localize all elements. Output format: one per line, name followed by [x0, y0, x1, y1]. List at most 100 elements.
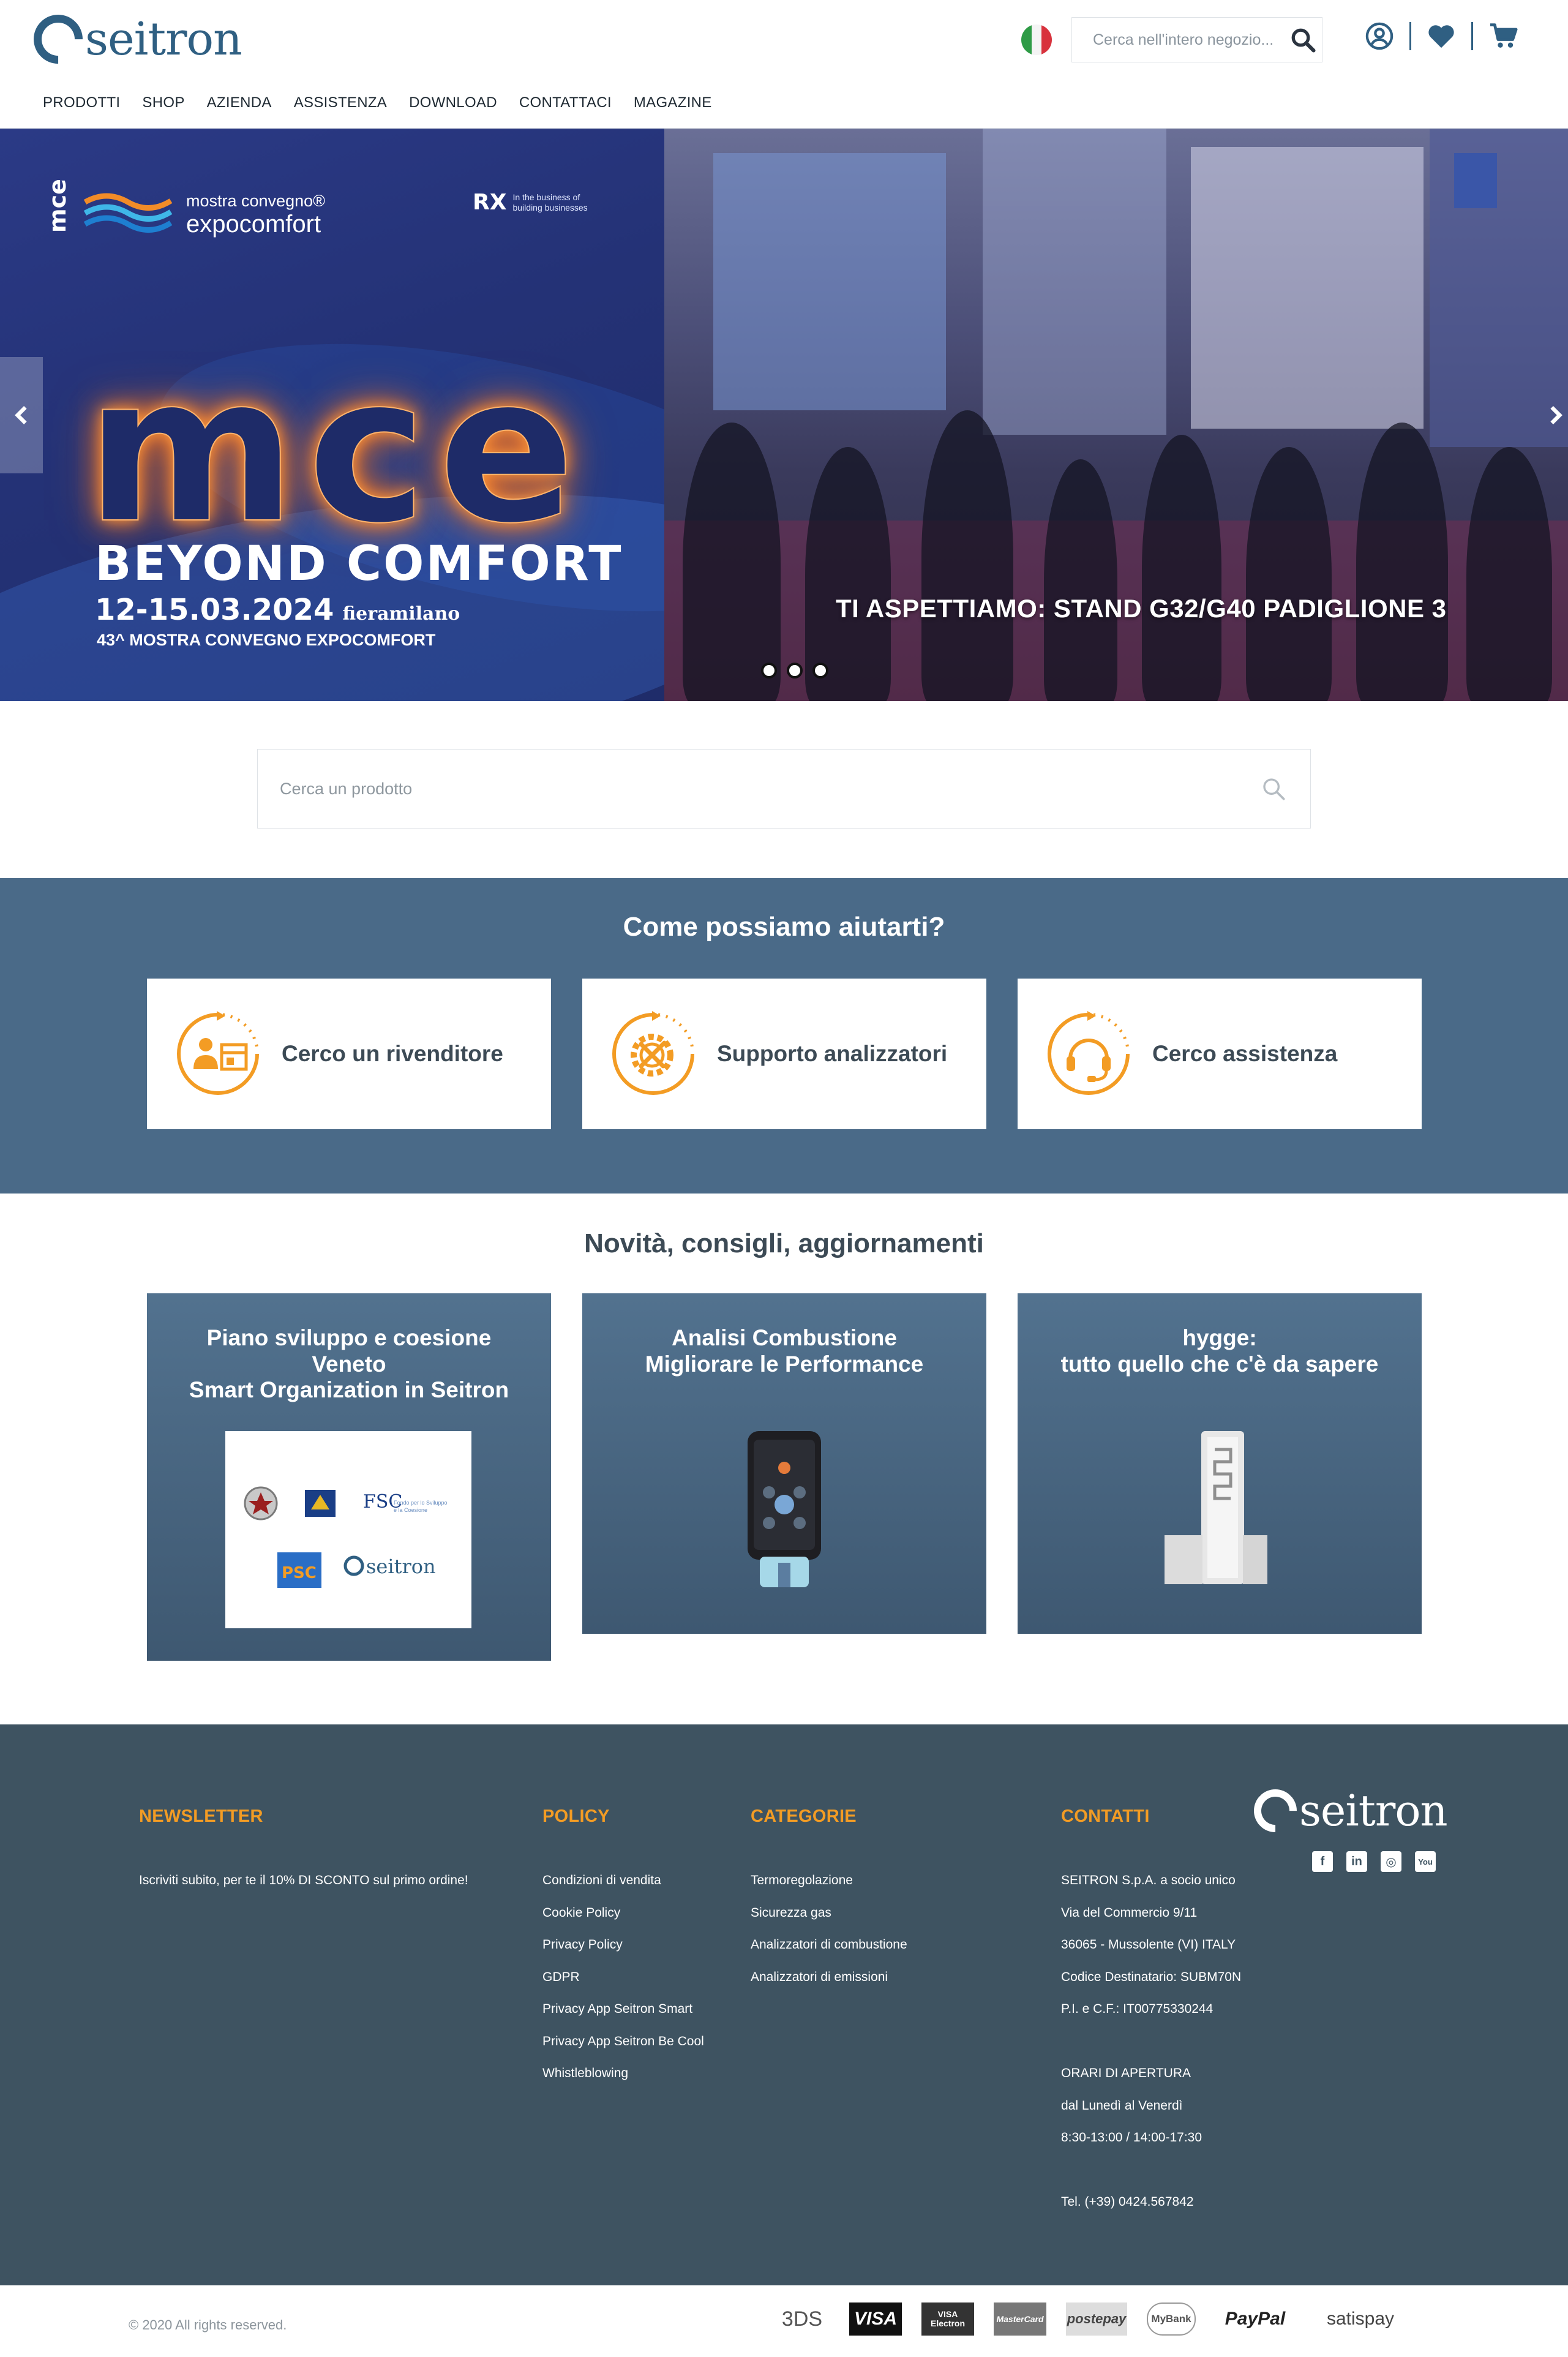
slider-dot-3[interactable] [812, 663, 828, 679]
photo-person [1246, 447, 1332, 701]
contact-line: Codice Destinatario: SUBM70N [1061, 1969, 1242, 1984]
news-title: Novità, consigli, aggiornamenti [584, 1228, 984, 1258]
analyzer-support-label: Supporto analizzatori [717, 1041, 948, 1066]
linkedin-icon[interactable]: in [1346, 1851, 1367, 1872]
policy-link-condizioni[interactable]: Condizioni di vendita [542, 1865, 704, 1897]
slider-dot-2[interactable] [787, 663, 803, 679]
news-card-veneto[interactable]: Piano sviluppo e coesione Veneto Smart O… [147, 1293, 551, 1661]
assistance-card[interactable]: Cerco assistenza [1018, 979, 1422, 1129]
news-title-line: Analisi Combustione [672, 1325, 897, 1350]
site-header: seitron PRODOTTI SHOP AZIENDA ASSISTENZA… [0, 0, 1568, 129]
satispay-logo: satispay [1326, 2309, 1395, 2329]
photo-hall-sign [1454, 153, 1497, 208]
mce-big-logo: mce [85, 333, 587, 568]
policy-link-app-becool[interactable]: Privacy App Seitron Be Cool [542, 2026, 704, 2058]
hero-slider[interactable]: mce mostra convegno® expocomfort RX In t… [0, 129, 1568, 701]
analyzer-support-card[interactable]: Supporto analizzatori [582, 979, 986, 1129]
main-nav: PRODOTTI SHOP AZIENDA ASSISTENZA DOWNLOA… [43, 94, 734, 111]
event-line2: expocomfort [186, 211, 321, 238]
user-icon[interactable] [1365, 22, 1394, 50]
category-link-sicurezza-gas[interactable]: Sicurezza gas [751, 1897, 907, 1930]
hygge-thermostat-image [1165, 1431, 1267, 1584]
visa-electron-logo: VISA Electron [921, 2302, 974, 2336]
photo-person [683, 423, 781, 701]
product-search-input[interactable] [280, 779, 1261, 799]
policy-link-whistleblowing[interactable]: Whistleblowing [542, 2058, 704, 2090]
paypal-logo: PayPal [1225, 2309, 1286, 2329]
footer-newsletter: NEWSLETTER Iscriviti subito, per te il 1… [139, 1806, 468, 1897]
categorie-title: CATEGORIE [751, 1806, 857, 1826]
mce-vertical-text: mce [44, 179, 71, 233]
footer-logo-text: seitron [1299, 1786, 1448, 1836]
svg-text:Fondo per lo Sviluppo: Fondo per lo Sviluppo [394, 1500, 448, 1506]
search-icon[interactable] [1261, 776, 1286, 801]
footer-bottom-bar: © 2020 All rights reserved. 3DS VISA VIS… [0, 2285, 1568, 2357]
store-search-input[interactable] [1093, 31, 1290, 49]
contact-phone[interactable]: Tel. (+39) 0424.567842 [1061, 2186, 1241, 2219]
category-link-termoregolazione[interactable]: Termoregolazione [751, 1865, 907, 1897]
nav-shop[interactable]: SHOP [142, 94, 184, 111]
news-card-combustione[interactable]: Analisi Combustione Migliorare le Perfor… [582, 1293, 986, 1634]
dealer-card[interactable]: Cerco un rivenditore [147, 979, 551, 1129]
contact-spacer [1061, 2026, 1241, 2058]
policy-link-gdpr[interactable]: GDPR [542, 1961, 704, 1994]
category-link-combustione[interactable]: Analizzatori di combustione [751, 1929, 907, 1961]
news-title-line: Piano sviluppo e coesione [206, 1325, 492, 1350]
photo-booth [713, 153, 946, 410]
contatti-title: CONTATTI [1061, 1806, 1150, 1826]
footer-categorie: CATEGORIE Termoregolazione Sicurezza gas… [751, 1806, 907, 1993]
account-icons [1365, 22, 1518, 50]
product-search [257, 749, 1311, 829]
photo-person [1356, 423, 1448, 701]
nav-azienda[interactable]: AZIENDA [207, 94, 272, 111]
payment-methods: 3DS VISA VISA Electron MasterCard postep… [775, 2302, 1426, 2336]
nav-contattaci[interactable]: CONTATTACI [519, 94, 612, 111]
contact-line: P.I. e C.F.: IT00775330244 [1061, 2002, 1214, 2016]
tools-gear-icon [612, 1011, 694, 1095]
rx-tagline-line1: In the business of [512, 192, 580, 202]
news-card-hygge[interactable]: hygge: tutto quello che c'è da sapere [1018, 1293, 1422, 1634]
nav-prodotti[interactable]: PRODOTTI [43, 94, 120, 111]
policy-title: POLICY [542, 1806, 610, 1826]
contact-line: ORARI DI APERTURA [1061, 2066, 1191, 2080]
seitron-logo[interactable]: seitron [23, 4, 242, 74]
logo-mark-icon [23, 4, 93, 74]
footer-logo[interactable]: seitron [1245, 1780, 1448, 1841]
news-card-title: Piano sviluppo e coesione Veneto Smart O… [147, 1293, 551, 1404]
policy-link-cookie[interactable]: Cookie Policy [542, 1897, 704, 1930]
seitron-small-logo: seitron [366, 1555, 436, 1578]
news-title-line: Smart Organization in Seitron [189, 1377, 509, 1403]
photo-person [1044, 459, 1117, 701]
mce-waves-icon [83, 193, 173, 233]
contact-line: SEITRON S.p.A. a socio unico [1061, 1873, 1236, 1887]
facebook-icon[interactable]: f [1312, 1851, 1333, 1872]
contact-line: 8:30-13:00 / 14:00-17:30 [1061, 2130, 1202, 2145]
search-icon[interactable] [1290, 27, 1316, 53]
italian-flag-icon[interactable] [1021, 24, 1052, 55]
cart-icon[interactable] [1489, 23, 1518, 50]
rx-tagline: In the business of building businesses [512, 192, 587, 213]
policy-link-app-smart[interactable]: Privacy App Seitron Smart [542, 1993, 704, 2026]
slider-next-button[interactable] [1544, 357, 1568, 473]
newsletter-text: Iscriviti subito, per te il 10% DI SCONT… [139, 1873, 468, 1887]
dealer-label: Cerco un rivenditore [282, 1041, 503, 1066]
category-link-emissioni[interactable]: Analizzatori di emissioni [751, 1961, 907, 1994]
youtube-icon[interactable]: You [1415, 1851, 1436, 1872]
event-line1: mostra convegno® [186, 191, 326, 210]
site-footer: NEWSLETTER Iscriviti subito, per te il 1… [0, 1724, 1568, 2285]
postepay-logo: postepay [1066, 2302, 1127, 2336]
nav-magazine[interactable]: MAGAZINE [634, 94, 712, 111]
rx-tagline-line2: building businesses [512, 202, 588, 212]
photo-person [1466, 447, 1552, 701]
nav-download[interactable]: DOWNLOAD [409, 94, 497, 111]
nav-assistenza[interactable]: ASSISTENZA [294, 94, 387, 111]
event-venue: fieramilano [342, 603, 460, 625]
3ds-logo: 3DS [781, 2307, 823, 2331]
slider-dot-1[interactable] [761, 663, 777, 679]
event-dates: 12-15.03.2024 fieramilano [95, 593, 460, 627]
heart-icon[interactable] [1427, 23, 1455, 49]
policy-link-privacy[interactable]: Privacy Policy [542, 1929, 704, 1961]
visa-logo: VISA [849, 2302, 902, 2336]
slider-prev-button[interactable] [0, 357, 43, 473]
instagram-icon[interactable]: ◎ [1381, 1851, 1401, 1872]
